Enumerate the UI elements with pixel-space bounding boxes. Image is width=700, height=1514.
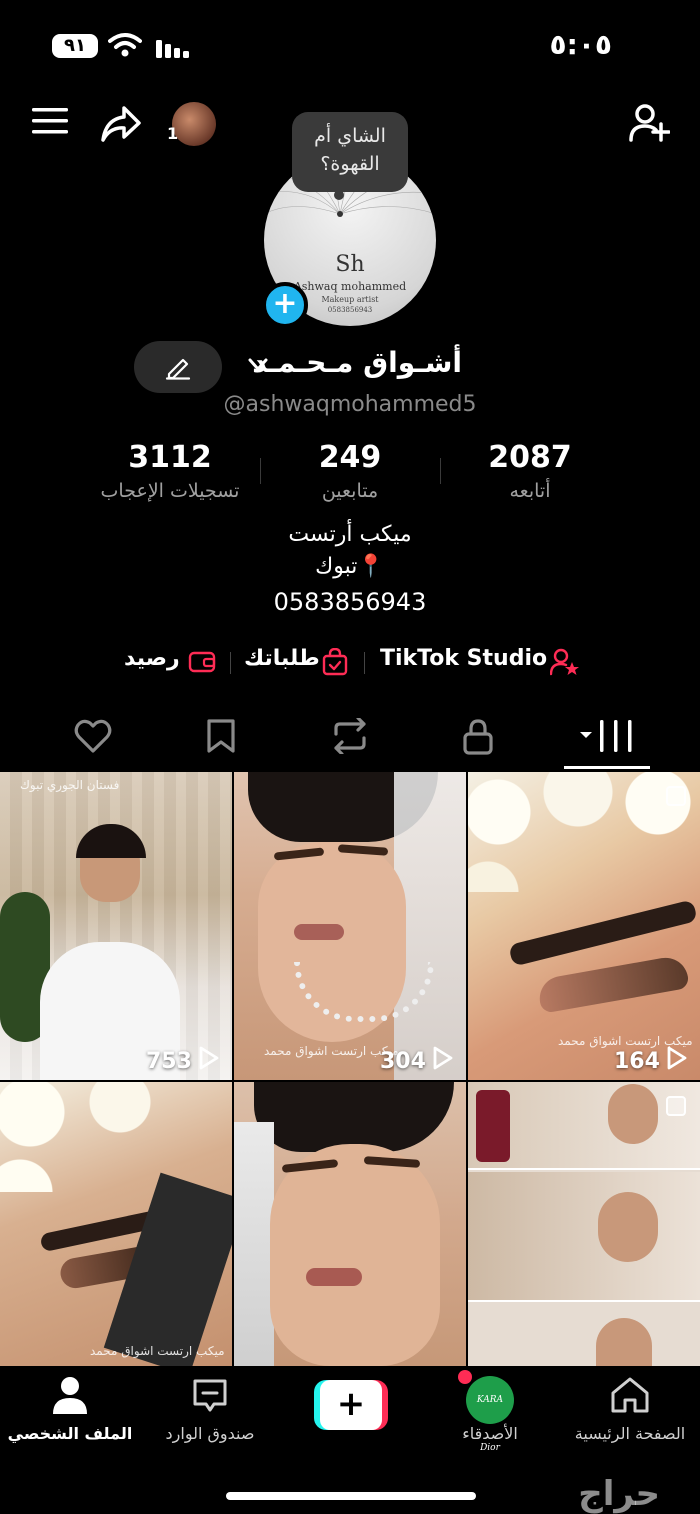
video-thumbnail[interactable] (468, 1082, 700, 1366)
veil (234, 1122, 274, 1366)
tiktok-studio-link[interactable]: TikTok Studio (380, 646, 547, 671)
bio-phone[interactable]: 0583856943 (0, 588, 700, 616)
clock: ٥:٠٥ (549, 28, 612, 61)
lips (294, 924, 344, 940)
hair (254, 1082, 454, 1152)
video-thumbnail[interactable]: ميكب ارتست اشواق محمد 164 (468, 772, 700, 1080)
person-icon (53, 1377, 87, 1414)
multi-image-icon (666, 786, 686, 806)
private-tab-lock-icon[interactable] (462, 718, 494, 756)
link-divider (364, 652, 365, 674)
face (598, 1192, 658, 1262)
following-stat[interactable]: 2087 أتابعه (420, 440, 640, 506)
eye-makeup (536, 954, 690, 1014)
share-icon[interactable] (100, 104, 142, 144)
nav-inbox-label: صندوق الوارد (165, 1424, 255, 1443)
status-bar: ٩١ ٥:٠٥ (0, 0, 700, 90)
videos-tab-grid-icon[interactable] (578, 718, 634, 754)
tile-caption: فستان الجوري تبوك (20, 778, 120, 792)
face (608, 1084, 658, 1144)
favorites-tab-bookmark-icon[interactable] (206, 718, 236, 754)
tile-caption: ميكب ارتست اشواق محمد (90, 1344, 225, 1358)
nav-profile-label: الملف الشخصي (7, 1424, 133, 1443)
shopping-bag-icon (322, 648, 348, 676)
tile-caption: ميكب ارتست اشواق محمد (264, 1044, 399, 1058)
multi-image-icon (666, 1096, 686, 1116)
bio-line: ميكب أرتست (288, 522, 412, 547)
nav-home-label: الصفحة الرئيسية (574, 1424, 686, 1443)
story-count: 1 (167, 124, 179, 143)
pencil-icon (165, 358, 191, 380)
creator-star-icon (550, 648, 579, 676)
create-button[interactable]: + (314, 1380, 388, 1430)
face (596, 1318, 652, 1366)
view-count: 164 (614, 1049, 660, 1074)
liked-tab-heart-icon[interactable] (74, 718, 112, 754)
phone-in-hand (476, 1090, 510, 1162)
battery-indicator: ٩١ (52, 34, 98, 58)
story-avatar[interactable] (172, 102, 216, 146)
home-indicator[interactable] (226, 1492, 476, 1500)
add-friend-icon[interactable] (628, 102, 670, 144)
roses-decoration (0, 1082, 232, 1192)
video-thumbnail[interactable]: فستان الجوري تبوك 753 (0, 772, 232, 1080)
note-bubble[interactable]: الشاي أم القهوة؟ (292, 112, 408, 192)
watermark: حراج (578, 1474, 660, 1514)
home-icon (611, 1377, 649, 1413)
inbox-icon (193, 1379, 227, 1412)
play-icon (199, 1046, 219, 1070)
reposts-tab-repost-icon[interactable] (330, 718, 370, 754)
plus-icon: + (320, 1380, 382, 1430)
note-bubble-tail (334, 190, 344, 200)
video-thumbnail[interactable]: ميكب ارتست اشواق محمد (0, 1082, 232, 1366)
bottom-navigation: الملف الشخصي صندوق الوارد + الأصدقاء KAR… (0, 1366, 700, 1514)
cellular-signal-icon (156, 40, 189, 58)
video-thumbnail[interactable] (234, 1082, 466, 1366)
eyebrow (508, 899, 698, 967)
collage-panel (468, 1172, 700, 1302)
active-tab-indicator (564, 766, 650, 769)
username: @ashwaqmohammed5 (223, 392, 477, 417)
avatar-logo-text: Sh (335, 252, 365, 277)
menu-icon[interactable] (32, 106, 68, 136)
display-name[interactable]: أشـواق مـحـمـد (252, 346, 462, 379)
wifi-icon (108, 33, 142, 57)
orders-link[interactable]: طلباتك (244, 646, 320, 671)
wallet-icon (188, 651, 216, 673)
notification-dot (458, 1370, 472, 1384)
link-divider (230, 652, 231, 674)
friends-avatar[interactable]: KARA Dior (466, 1376, 514, 1453)
add-story-button[interactable]: + (262, 282, 308, 328)
play-icon (433, 1046, 453, 1070)
lips (306, 1268, 362, 1286)
bio-location: 📍تبوك (315, 554, 385, 579)
edit-profile-button[interactable] (134, 341, 222, 393)
play-icon (667, 1046, 687, 1070)
view-count: 304 (380, 1049, 426, 1074)
view-count: 753 (146, 1049, 192, 1074)
face (270, 1144, 440, 1366)
following-count: 2087 (488, 440, 572, 475)
balance-link[interactable]: رصيد (124, 646, 180, 671)
following-label: أتابعه (509, 480, 551, 502)
video-thumbnail[interactable]: ميكب ارتست اشواق محمد 304 (234, 772, 466, 1080)
